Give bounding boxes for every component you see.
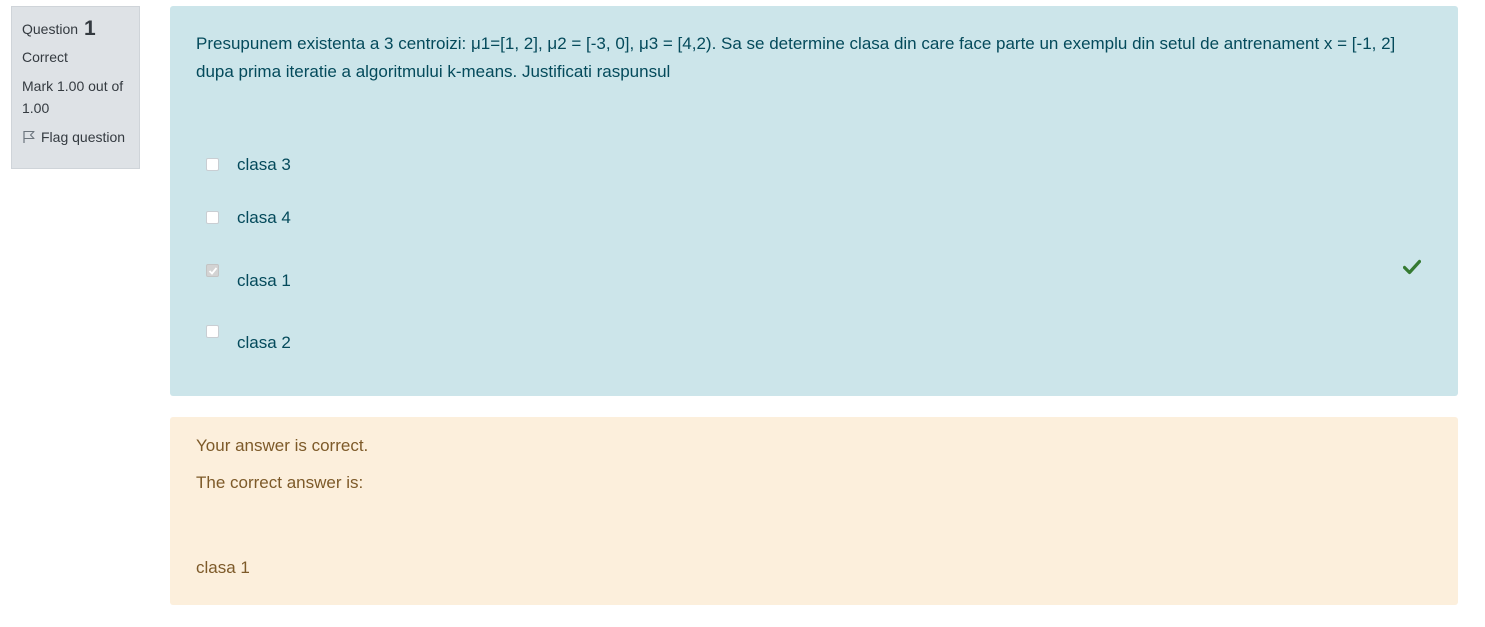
question-label: Question xyxy=(22,21,79,37)
answer-checkbox[interactable] xyxy=(206,158,219,171)
flag-icon xyxy=(23,130,35,143)
answer-option-3[interactable]: clasa 1 xyxy=(170,259,1458,301)
question-grade: Mark 1.00 out of 1.00 xyxy=(22,78,124,116)
answer-option-1[interactable]: clasa 3 xyxy=(170,152,1458,192)
answer-checkbox[interactable] xyxy=(206,211,219,224)
question-text: Presupunem existenta a 3 centroizi: μ1=[… xyxy=(196,34,1396,81)
question-number-value: 1 xyxy=(83,17,96,40)
answer-checkbox-checked[interactable] xyxy=(206,264,219,277)
question-state: Correct xyxy=(22,49,68,65)
answer-label: clasa 3 xyxy=(237,155,291,174)
flag-question-link[interactable]: Flag question xyxy=(22,129,129,145)
question-info-panel: Question 1 Correct Mark 1.00 out of 1.00… xyxy=(11,6,140,169)
question-formulation: Presupunem existenta a 3 centroizi: μ1=[… xyxy=(170,6,1458,396)
question-number: Question 1 xyxy=(22,17,129,40)
question-outcome: Your answer is correct. The correct answ… xyxy=(170,417,1458,605)
answer-label: clasa 4 xyxy=(237,208,291,227)
answer-checkbox[interactable] xyxy=(206,325,219,338)
answer-option-4[interactable]: clasa 2 xyxy=(170,322,1458,362)
answer-option-2[interactable]: clasa 4 xyxy=(170,205,1458,245)
feedback-result: Your answer is correct. xyxy=(196,436,369,455)
answer-label: clasa 1 xyxy=(237,271,291,290)
check-icon xyxy=(208,267,218,275)
feedback-correct-intro: The correct answer is: xyxy=(196,473,364,492)
feedback-correct-answer: clasa 1 xyxy=(196,558,250,577)
correct-tick-icon xyxy=(1403,259,1421,275)
flag-question-label: Flag question xyxy=(41,129,126,145)
answer-label: clasa 2 xyxy=(237,333,291,352)
